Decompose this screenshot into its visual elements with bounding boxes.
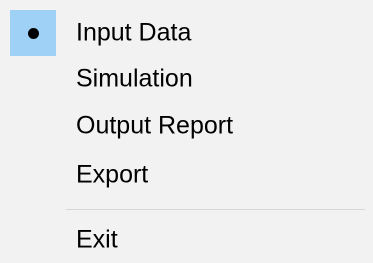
menu-item-label: Output Report: [76, 111, 234, 140]
check-indicator: [10, 152, 56, 198]
menu-item-label: Input Data: [76, 18, 192, 47]
check-indicator: [10, 56, 56, 102]
menu-separator: [66, 209, 365, 210]
menu-item-exit[interactable]: Exit: [8, 215, 365, 263]
check-indicator: [10, 103, 56, 149]
context-menu: Input Data Simulation Output Report Expo…: [0, 0, 373, 263]
menu-item-input-data[interactable]: Input Data: [8, 8, 365, 58]
menu-item-label: Export: [76, 160, 149, 189]
menu-item-simulation[interactable]: Simulation: [8, 54, 365, 104]
check-indicator: [10, 10, 56, 56]
check-indicator: [10, 217, 56, 263]
menu-item-label: Exit: [76, 225, 118, 254]
menu-item-export[interactable]: Export: [8, 150, 365, 200]
menu-item-output-report[interactable]: Output Report: [8, 101, 365, 151]
bullet-icon: [27, 27, 39, 39]
menu-item-label: Simulation: [76, 64, 193, 93]
